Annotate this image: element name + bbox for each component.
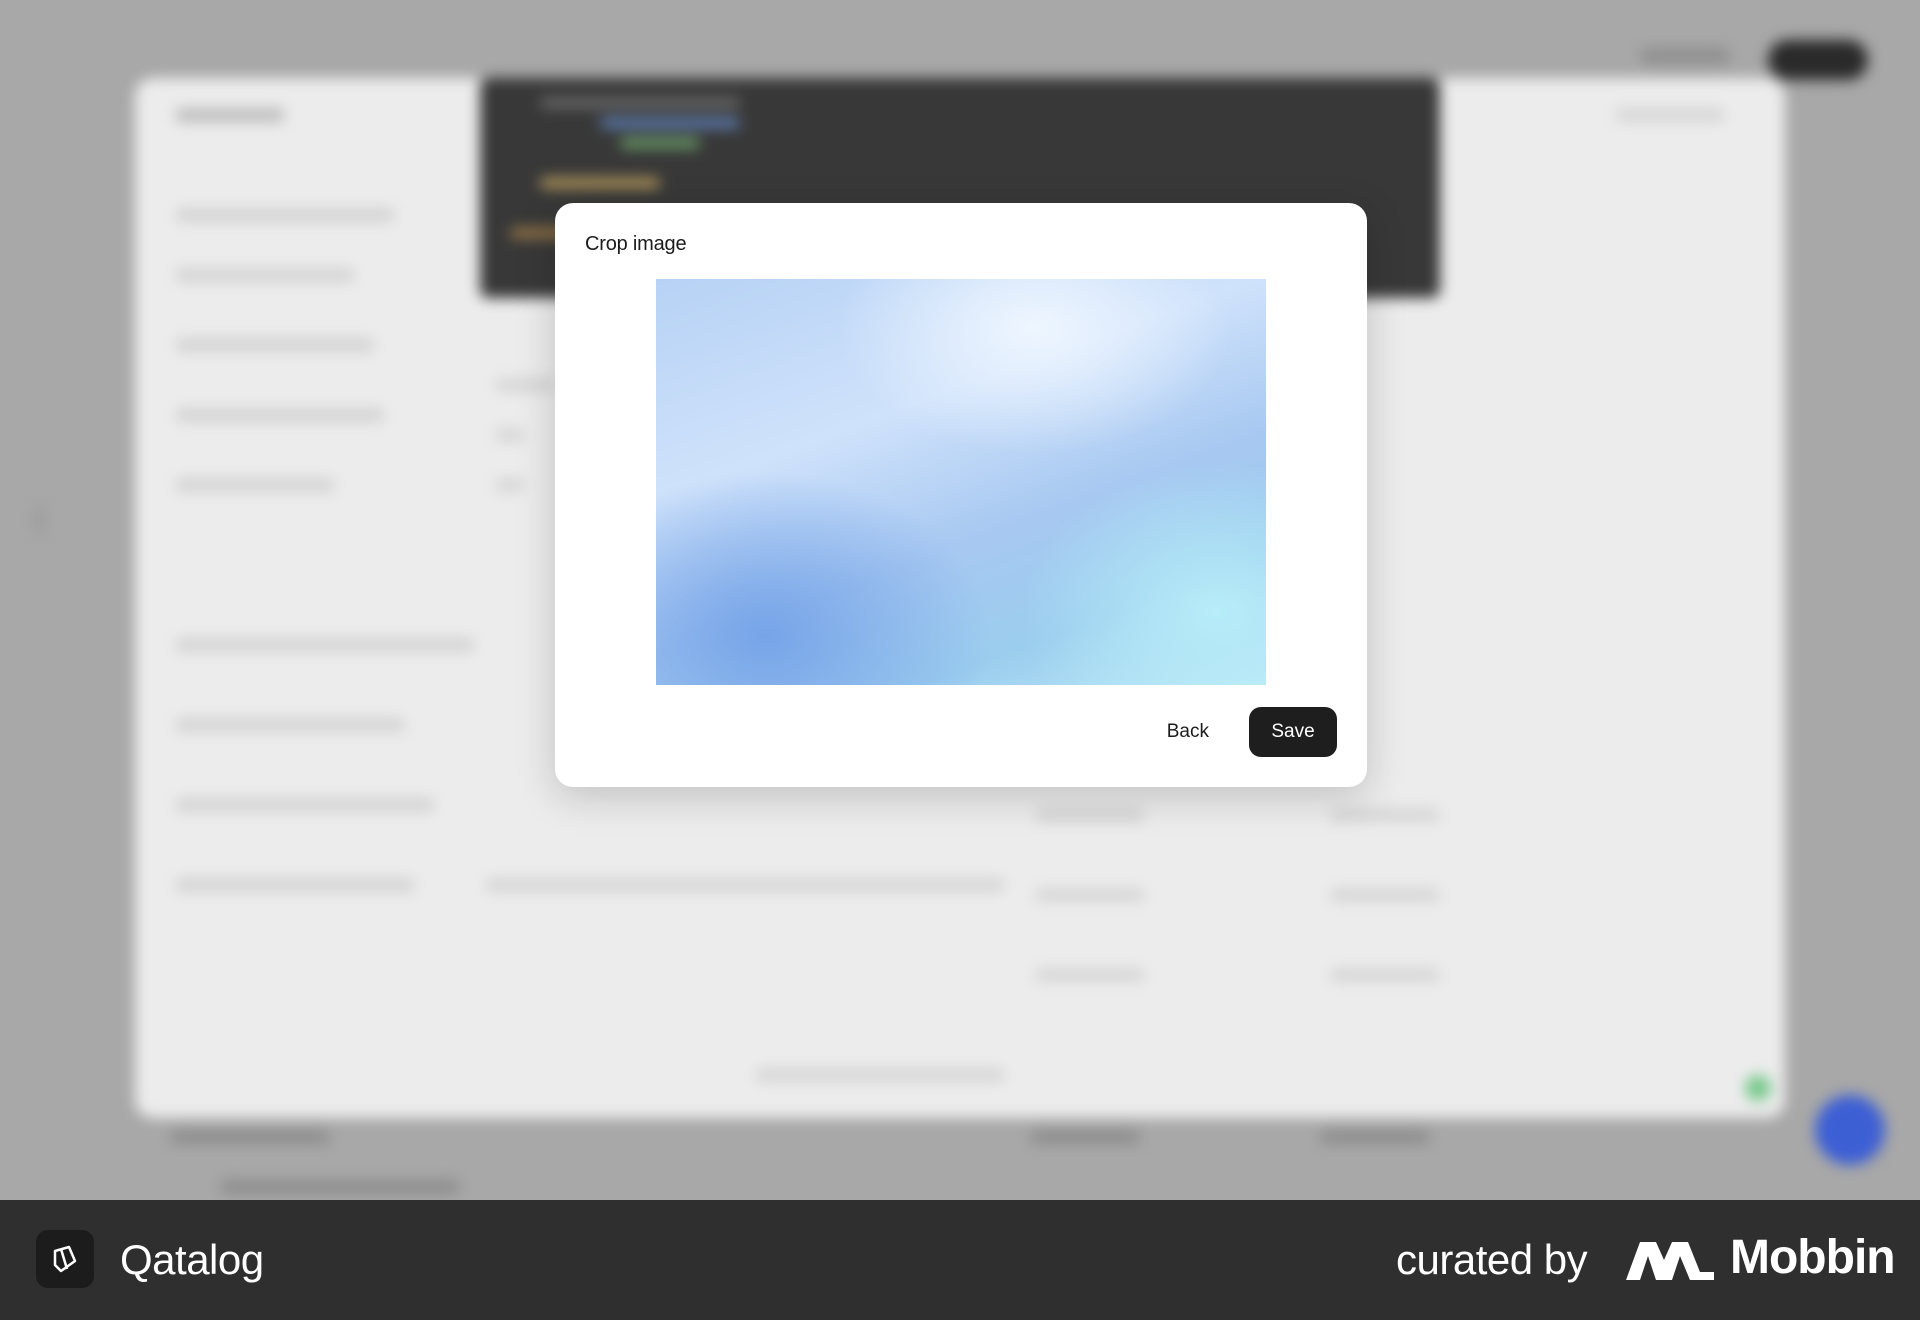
background-topbar-button (1768, 40, 1868, 80)
mobbin-logo-icon (1626, 1242, 1714, 1280)
background-row (1035, 968, 1145, 982)
background-row (170, 1130, 330, 1144)
brand-name: Qatalog (120, 1236, 264, 1283)
background-row (495, 428, 525, 442)
background-row (1330, 968, 1440, 982)
background-row (1035, 888, 1145, 902)
status-dot-icon (1745, 1075, 1771, 1101)
background-sidebar-row (175, 878, 415, 892)
qatalog-logo-icon (36, 1230, 94, 1288)
background-sidebar-row (175, 408, 385, 422)
background-row (1320, 1130, 1430, 1144)
dialog-title: Crop image (585, 233, 687, 255)
background-row (1030, 1130, 1140, 1144)
footer-banner: Qatalog curated by Mobbin (0, 1200, 1920, 1320)
background-row (495, 478, 525, 492)
background-sidebar-row (175, 338, 375, 352)
background-topbar-text (1640, 48, 1730, 64)
crop-image-preview[interactable] (656, 279, 1266, 685)
background-sidebar-row (175, 268, 355, 282)
background-sidebar-row (175, 208, 395, 222)
background-row (485, 878, 1005, 892)
background-row (1035, 808, 1145, 822)
help-fab-button (1815, 1095, 1885, 1165)
background-row (1330, 808, 1440, 822)
background-pagination (755, 1068, 1005, 1082)
background-row (220, 1180, 460, 1194)
background-sidebar-row (175, 798, 435, 812)
background-row (1330, 888, 1440, 902)
crop-image-dialog: Crop image Back Save (555, 203, 1367, 787)
background-sidebar-row (175, 478, 335, 492)
chevron-left-icon (33, 507, 47, 533)
background-sidebar-row (175, 638, 475, 652)
dialog-actions: Back Save (1145, 707, 1337, 757)
curator-name: Mobbin (1730, 1231, 1896, 1284)
curated-by-label: curated by (1396, 1236, 1588, 1283)
background-row (1615, 108, 1725, 122)
background-row (495, 378, 555, 392)
background-logo-row (175, 108, 285, 122)
background-sidebar-row (175, 718, 405, 732)
back-button[interactable]: Back (1145, 707, 1231, 757)
save-button[interactable]: Save (1249, 707, 1337, 757)
